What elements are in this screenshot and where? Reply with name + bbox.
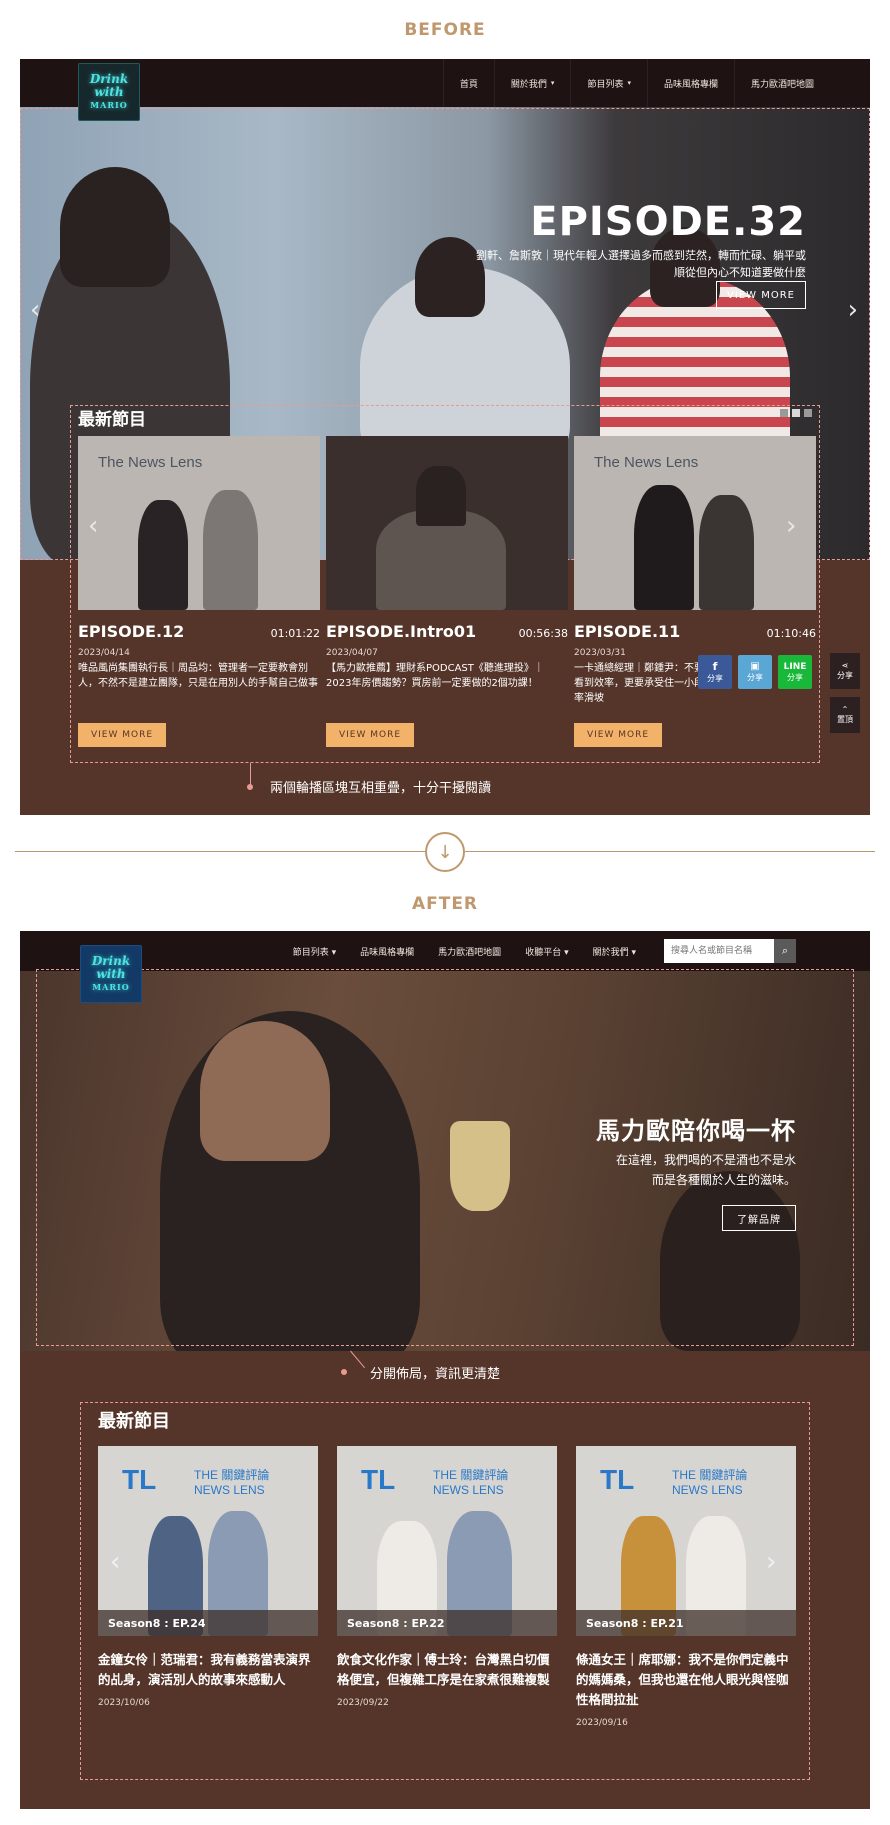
tnl-logo-icon: TL [122, 1464, 157, 1495]
episode-thumbnail[interactable] [326, 436, 568, 610]
episode-thumbnail[interactable]: TL THE 關鍵評論 NEWS LENS Season8 : EP.24 [98, 1446, 318, 1636]
chevron-down-icon: ▾ [328, 947, 337, 958]
search-icon[interactable]: ⌕ [774, 939, 796, 963]
hero-highlight [36, 969, 854, 1346]
nav-item[interactable]: 節目列表 ▾ [570, 59, 647, 107]
nav-item[interactable]: 品味風格專欄 [348, 945, 426, 958]
season-tag: Season8 : EP.22 [337, 1610, 557, 1636]
before-screenshot: 首頁 關於我們 ▾ 節目列表 ▾ 品味風格專欄 馬力歐酒吧地圖 Drink with M… [20, 59, 870, 815]
logo[interactable]: Drink with MARIO [80, 945, 142, 1003]
episode-name: EPISODE.12 [78, 622, 185, 641]
side-share-button[interactable]: ⋖ 分享 [830, 653, 860, 689]
episode-date: 2023/10/06 [98, 1698, 150, 1708]
episode-card[interactable]: The News Lens EPISODE.12 01:01:22 2023/04… [78, 436, 320, 747]
nav-item[interactable]: 馬力歐酒吧地圖 [733, 59, 830, 107]
nav-item[interactable]: 品味風格專欄 [646, 59, 734, 107]
episode-name: EPISODE.Intro01 [326, 622, 477, 641]
nav-item[interactable]: 首頁 [442, 59, 494, 107]
chevron-down-icon: ▾ [628, 947, 636, 958]
share-square-icon: ▣ [750, 661, 760, 672]
episodes-next-arrow-icon[interactable]: › [766, 1547, 776, 1577]
episode-view-more-button[interactable]: VIEW MORE [326, 723, 415, 747]
episode-desc: 唯品風尚集團執行長｜周品均：管理者一定要教會別人，不然不是建立團隊，只是在用別人… [78, 663, 318, 689]
episode-title[interactable]: 金鐘女伶｜范瑞君：我有義務當表演界的乩身，演活別人的故事來感動人 [98, 1650, 318, 1690]
episode-date: 2023/09/22 [337, 1698, 389, 1708]
episode-date: 2023/04/07 [326, 648, 378, 658]
tnl-logo-icon: TL [361, 1464, 396, 1495]
share-icon: ⋖ [841, 661, 849, 670]
episodes-next-arrow-icon[interactable]: › [786, 511, 796, 541]
line-share-button[interactable]: LINE 分享 [778, 655, 812, 689]
search-bar[interactable]: ⌕ [664, 939, 796, 963]
episode-card[interactable]: The News Lens EPISODE.11 01:10:46 2023/03… [574, 436, 816, 747]
episode-title[interactable]: 條通女王｜席耶娜：我不是你們定義中的媽媽桑，但我也還在他人眼光與怪咖性格間拉扯 [576, 1650, 796, 1710]
nav-item[interactable]: 節目列表 ▾ [281, 945, 348, 958]
episode-card[interactable]: EPISODE.Intro01 00:56:38 2023/04/07 【馬力歐推… [326, 436, 568, 747]
episode-desc: 一卡通總經理｜鄭鍾尹：不要只看到效率，更要承受住一小段效率滑坡 [574, 663, 714, 704]
top-nav: 首頁 關於我們 ▾ 節目列表 ▾ 品味風格專欄 馬力歐酒吧地圖 [20, 59, 870, 107]
nav-item[interactable]: 關於我們 ▾ [581, 945, 648, 958]
episode-duration: 01:10:46 [766, 627, 816, 640]
nav-item[interactable]: 關於我們 ▾ [493, 59, 571, 107]
chevron-up-icon: ⌃ [841, 705, 849, 714]
before-label: BEFORE [404, 20, 486, 40]
episode-thumbnail[interactable]: The News Lens [574, 436, 816, 610]
season-tag: Season8 : EP.21 [576, 1610, 796, 1636]
line-icon: LINE [783, 661, 807, 672]
episode-title[interactable]: 飲食文化作家｜傅士玲：台灣黑白切價格便宜，但複雜工序是在家煮很難複製 [337, 1650, 557, 1690]
chevron-down-icon: ▾ [550, 79, 555, 87]
chevron-down-icon: ▾ [627, 79, 631, 87]
episode-thumbnail[interactable]: TL THE 關鍵評論 NEWS LENS Season8 : EP.21 [576, 1446, 796, 1636]
episode-date: 2023/09/16 [576, 1718, 628, 1728]
episode-desc: 【馬力歐推薦】理財系PODCAST《聽進理投》｜2023年房價趨勢？買房前一定要… [326, 663, 544, 689]
nav-menu: 首頁 關於我們 ▾ 節目列表 ▾ 品味風格專欄 馬力歐酒吧地圖 [442, 59, 830, 107]
chevron-down-icon: ▾ [561, 947, 569, 958]
after-label: AFTER [411, 894, 479, 914]
latest-title: 最新節目 [98, 1411, 170, 1432]
tnl-logo-icon: TL [600, 1464, 635, 1495]
back-to-top-button[interactable]: ⌃ 置頂 [830, 697, 860, 733]
episode-duration: 00:56:38 [518, 627, 568, 640]
news-lens-logo-icon: The News Lens [98, 454, 203, 471]
nav-item[interactable]: 馬力歐酒吧地圖 [426, 945, 513, 958]
news-lens-logo-icon: The News Lens [594, 454, 699, 471]
episode-card[interactable]: TL THE 關鍵評論 NEWS LENS Season8 : EP.21 條通女… [576, 1446, 796, 1728]
episodes-prev-arrow-icon[interactable]: ‹ [110, 1547, 120, 1577]
episode-date: 2023/04/14 [78, 648, 130, 658]
search-input[interactable] [664, 939, 774, 963]
episode-card[interactable]: TL THE 關鍵評論 NEWS LENS Season8 : EP.24 金鐘女… [98, 1446, 318, 1708]
episode-view-more-button[interactable]: VIEW MORE [78, 723, 167, 747]
season-tag: Season8 : EP.24 [98, 1610, 318, 1636]
facebook-share-button[interactable]: f 分享 [698, 655, 732, 689]
episode-thumbnail[interactable]: The News Lens [78, 436, 320, 610]
share-button[interactable]: ▣ 分享 [738, 655, 772, 689]
logo[interactable]: Drink with MARIO [78, 63, 140, 121]
episodes-prev-arrow-icon[interactable]: ‹ [88, 511, 98, 541]
episode-view-more-button[interactable]: VIEW MORE [574, 723, 663, 747]
episode-duration: 01:01:22 [270, 627, 320, 640]
episode-name: EPISODE.11 [574, 622, 681, 641]
episode-thumbnail[interactable]: TL THE 關鍵評論 NEWS LENS Season8 : EP.22 [337, 1446, 557, 1636]
nav-menu: 節目列表 ▾ 品味風格專欄 馬力歐酒吧地圖 收聽平台 ▾ 關於我們 ▾ [281, 931, 648, 971]
before-callout: 兩個輪播區塊互相重疊，十分干擾閱讀 [270, 781, 492, 796]
facebook-icon: f [712, 660, 718, 673]
episode-card[interactable]: TL THE 關鍵評論 NEWS LENS Season8 : EP.22 飲食文… [337, 1446, 557, 1708]
nav-item[interactable]: 收聽平台 ▾ [513, 945, 580, 958]
arrow-down-icon: ↓ [425, 832, 465, 872]
latest-title: 最新節目 [78, 410, 146, 430]
top-nav: 節目列表 ▾品味風格專欄馬力歐酒吧地圖收聽平台 ▾關於我們 ▾ ⌕ [20, 931, 870, 971]
after-screenshot: 節目列表 ▾品味風格專欄馬力歐酒吧地圖收聽平台 ▾關於我們 ▾ ⌕ Drink … [20, 931, 870, 1809]
after-callout: 分開佈局，資訊更清楚 [370, 1367, 501, 1382]
